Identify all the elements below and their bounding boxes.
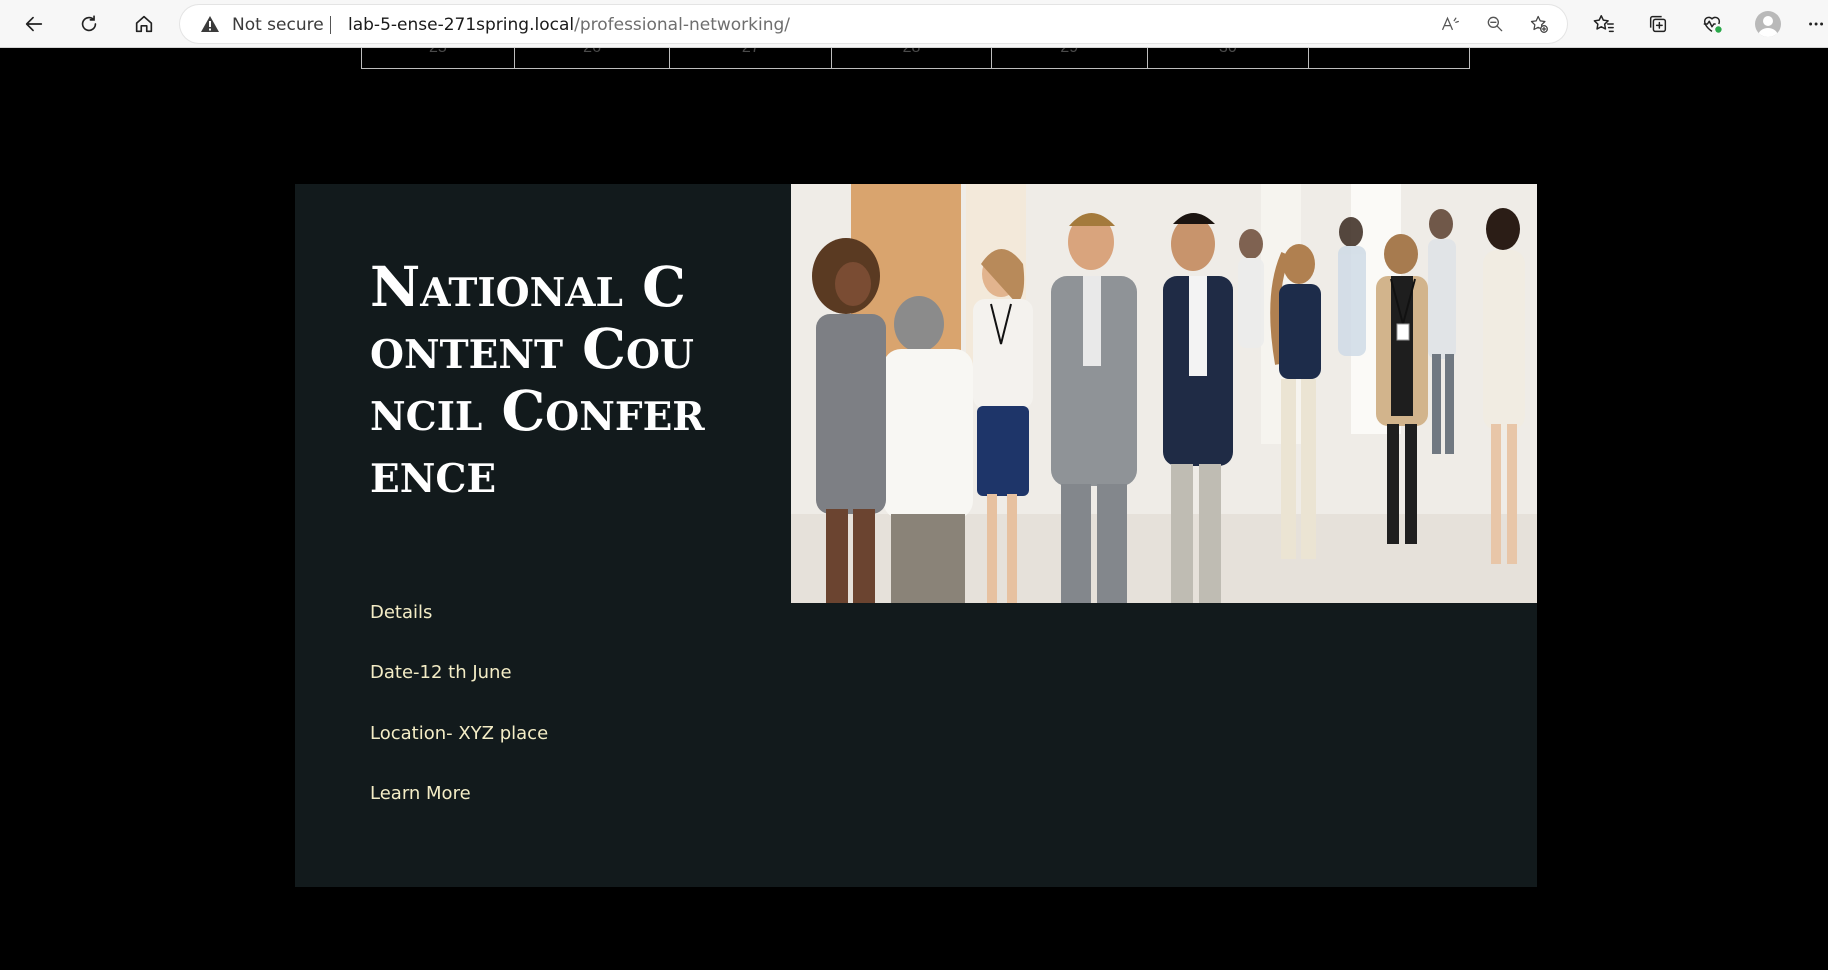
zoom-out-icon[interactable] — [1483, 13, 1507, 35]
url-host: lab-5-ense-271spring.local — [348, 15, 575, 35]
read-aloud-icon[interactable] — [1438, 13, 1462, 35]
learn-more-link[interactable]: Learn More — [370, 783, 471, 804]
more-icon[interactable] — [1806, 8, 1828, 40]
favorites-icon[interactable] — [1588, 8, 1620, 40]
heart-pulse-icon[interactable] — [1696, 8, 1728, 40]
calendar-cell — [1309, 48, 1469, 68]
event-card: National Content Council Conference Deta… — [295, 184, 1537, 887]
details-label: Details — [370, 602, 433, 623]
collections-icon[interactable] — [1642, 8, 1674, 40]
calendar-table: 25 26 27 28 29 30 — [361, 48, 1470, 69]
calendar-cell: 27 — [670, 48, 833, 68]
event-location: Location- XYZ place — [370, 723, 549, 744]
calendar-cell: 29 — [992, 48, 1148, 68]
security-label[interactable]: Not secure — [232, 15, 324, 35]
browser-toolbar: Not secure lab-5-ense-271spring.local/pr… — [0, 0, 1828, 48]
event-title: National Content Council Conference — [370, 254, 705, 505]
home-icon[interactable] — [128, 8, 160, 40]
event-photo — [791, 184, 1537, 603]
calendar-cell: 30 — [1148, 48, 1310, 68]
back-arrow-icon[interactable] — [18, 8, 50, 40]
profile-avatar-icon[interactable] — [1752, 8, 1784, 40]
calendar-cell: 25 — [362, 48, 515, 68]
url-text[interactable]: lab-5-ense-271spring.local/professional-… — [348, 15, 790, 35]
address-separator — [330, 16, 331, 34]
calendar-cell: 28 — [832, 48, 992, 68]
add-favorite-icon[interactable] — [1527, 13, 1551, 35]
url-path: /professional-networking/ — [574, 15, 791, 35]
event-date: Date-12 th June — [370, 662, 512, 683]
warning-icon[interactable] — [200, 15, 220, 33]
reload-icon[interactable] — [73, 8, 105, 40]
calendar-cell: 26 — [515, 48, 671, 68]
address-bar[interactable]: Not secure lab-5-ense-271spring.local/pr… — [180, 5, 1567, 43]
